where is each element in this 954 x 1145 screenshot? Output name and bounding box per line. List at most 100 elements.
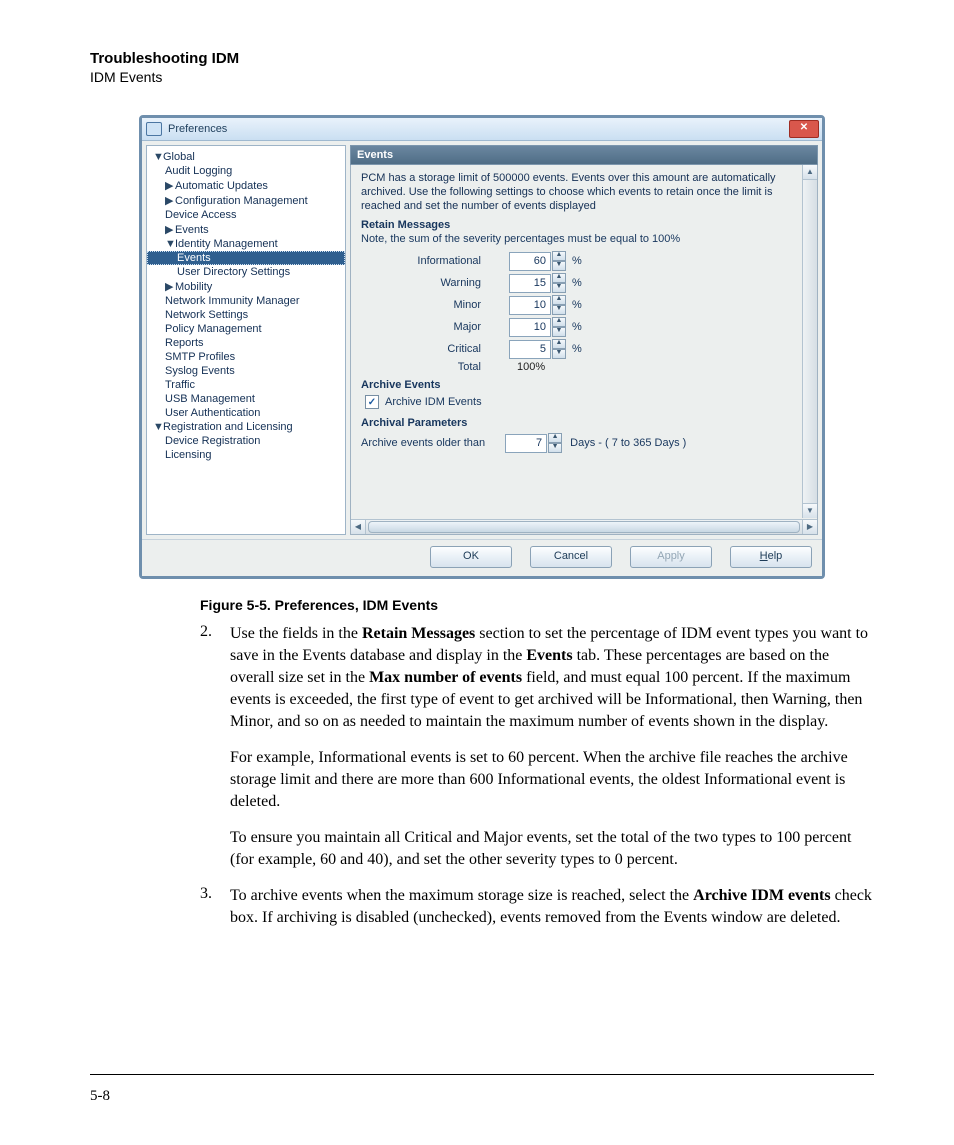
critical-input[interactable] — [509, 340, 551, 359]
tree-node-device-registration[interactable]: Device Registration — [147, 434, 345, 448]
tree-node-syslog-events[interactable]: Syslog Events — [147, 364, 345, 378]
percent-label: % — [572, 343, 582, 355]
archive-older-label: Archive events older than — [361, 437, 485, 449]
scroll-thumb[interactable] — [368, 521, 800, 533]
step-2-paragraph-2: For example, Informational events is set… — [230, 747, 874, 813]
tree-node-audit-logging[interactable]: Audit Logging — [147, 164, 345, 178]
spin-up-icon[interactable]: ▲ — [552, 295, 566, 305]
tree-node-identity-management[interactable]: ▼Identity Management — [147, 237, 345, 251]
instruction-list: 2. Use the fields in the Retain Messages… — [200, 623, 874, 929]
running-head-title: Troubleshooting IDM — [90, 50, 874, 67]
page-number: 5-8 — [90, 1088, 110, 1105]
tree-node-usb-management[interactable]: USB Management — [147, 392, 345, 406]
critical-label: Critical — [361, 343, 481, 355]
spin-down-icon[interactable]: ▼ — [552, 261, 566, 271]
tree-node-configuration-management[interactable]: ▶Configuration Management — [147, 193, 345, 208]
step-2-paragraph-3: To ensure you maintain all Critical and … — [230, 827, 874, 871]
tree-node-user-directory-settings[interactable]: User Directory Settings — [147, 265, 345, 279]
spin-down-icon[interactable]: ▼ — [552, 327, 566, 337]
scroll-right-icon[interactable]: ▶ — [802, 520, 817, 534]
cancel-button[interactable]: Cancel — [530, 546, 612, 568]
archive-idm-events-row: ✓ Archive IDM Events — [365, 395, 809, 409]
close-button[interactable]: ✕ — [789, 120, 819, 138]
warning-label: Warning — [361, 277, 481, 289]
spin-up-icon[interactable]: ▲ — [552, 317, 566, 327]
spin-up-icon[interactable]: ▲ — [552, 339, 566, 349]
spin-down-icon[interactable]: ▼ — [552, 305, 566, 315]
tree-node-network-immunity-manager[interactable]: Network Immunity Manager — [147, 294, 345, 308]
footer-rule — [90, 1074, 874, 1075]
spin-up-icon[interactable]: ▲ — [548, 433, 562, 443]
tree-node-registration-and-licensing[interactable]: ▼Registration and Licensing — [147, 420, 345, 434]
informational-row: Informational ▲▼ % — [361, 251, 809, 271]
percent-label: % — [572, 277, 582, 289]
minor-row: Minor ▲▼ % — [361, 295, 809, 315]
tree-node-policy-management[interactable]: Policy Management — [147, 322, 345, 336]
warning-row: Warning ▲▼ % — [361, 273, 809, 293]
retain-messages-note: Note, the sum of the severity percentage… — [361, 233, 809, 245]
scroll-left-icon[interactable]: ◀ — [351, 520, 366, 534]
tree-node-smtp-profiles[interactable]: SMTP Profiles — [147, 350, 345, 364]
preferences-tree[interactable]: ▼Global Audit Logging ▶Automatic Updates… — [146, 145, 346, 535]
major-row: Major ▲▼ % — [361, 317, 809, 337]
archive-older-row: Archive events older than ▲▼ Days - ( 7 … — [361, 433, 809, 453]
archive-older-range: Days - ( 7 to 365 Days ) — [570, 437, 686, 449]
archive-events-header: Archive Events — [361, 379, 809, 391]
informational-input[interactable] — [509, 252, 551, 271]
ok-button[interactable]: OK — [430, 546, 512, 568]
critical-row: Critical ▲▼ % — [361, 339, 809, 359]
spin-up-icon[interactable]: ▲ — [552, 273, 566, 283]
percent-label: % — [572, 321, 582, 333]
spin-down-icon[interactable]: ▼ — [552, 349, 566, 359]
events-intro-text: PCM has a storage limit of 500000 events… — [361, 171, 809, 213]
horizontal-scrollbar[interactable]: ◀▶ — [351, 519, 817, 534]
tree-node-automatic-updates[interactable]: ▶Automatic Updates — [147, 178, 345, 193]
dialog-title: Preferences — [168, 123, 227, 135]
help-button[interactable]: Help — [730, 546, 812, 568]
total-label: Total — [361, 361, 481, 373]
scroll-up-icon[interactable]: ▲ — [803, 165, 817, 180]
monitor-icon — [146, 122, 162, 136]
minor-input[interactable] — [509, 296, 551, 315]
percent-label: % — [572, 255, 582, 267]
vertical-scrollbar[interactable]: ▲▼ — [802, 165, 817, 518]
running-head-subtitle: IDM Events — [90, 69, 874, 85]
archive-idm-events-checkbox[interactable]: ✓ — [365, 395, 379, 409]
events-panel-title: Events — [350, 145, 818, 165]
percent-label: % — [572, 299, 582, 311]
total-value: 100% — [517, 361, 545, 373]
retain-messages-header: Retain Messages — [361, 219, 809, 231]
apply-button: Apply — [630, 546, 712, 568]
major-label: Major — [361, 321, 481, 333]
tree-node-mobility[interactable]: ▶Mobility — [147, 279, 345, 294]
tree-node-user-authentication[interactable]: User Authentication — [147, 406, 345, 420]
tree-node-idm-events-selected[interactable]: Events — [147, 251, 345, 265]
step-2: 2. Use the fields in the Retain Messages… — [200, 623, 874, 871]
archive-idm-events-label: Archive IDM Events — [385, 396, 482, 408]
dialog-button-bar: OK Cancel Apply Help — [142, 539, 822, 576]
tree-node-events[interactable]: ▶Events — [147, 222, 345, 237]
informational-label: Informational — [361, 255, 481, 267]
tree-node-global[interactable]: ▼Global — [147, 150, 345, 164]
dialog-titlebar: Preferences ✕ — [142, 118, 822, 141]
preferences-dialog: Preferences ✕ ▼Global Audit Logging ▶Aut… — [139, 115, 825, 579]
spin-up-icon[interactable]: ▲ — [552, 251, 566, 261]
total-row: Total 100% — [361, 361, 809, 373]
tree-node-traffic[interactable]: Traffic — [147, 378, 345, 392]
warning-input[interactable] — [509, 274, 551, 293]
major-input[interactable] — [509, 318, 551, 337]
archive-older-input[interactable] — [505, 434, 547, 453]
figure-caption: Figure 5-5. Preferences, IDM Events — [200, 597, 874, 613]
tree-node-reports[interactable]: Reports — [147, 336, 345, 350]
tree-node-device-access[interactable]: Device Access — [147, 208, 345, 222]
events-panel: Events PCM has a storage limit of 500000… — [350, 145, 818, 535]
scroll-down-icon[interactable]: ▼ — [803, 503, 817, 518]
archival-parameters-header: Archival Parameters — [361, 417, 809, 429]
step-number: 3. — [200, 885, 212, 903]
tree-node-licensing[interactable]: Licensing — [147, 448, 345, 462]
step-number: 2. — [200, 623, 212, 641]
spin-down-icon[interactable]: ▼ — [548, 443, 562, 453]
minor-label: Minor — [361, 299, 481, 311]
spin-down-icon[interactable]: ▼ — [552, 283, 566, 293]
tree-node-network-settings[interactable]: Network Settings — [147, 308, 345, 322]
